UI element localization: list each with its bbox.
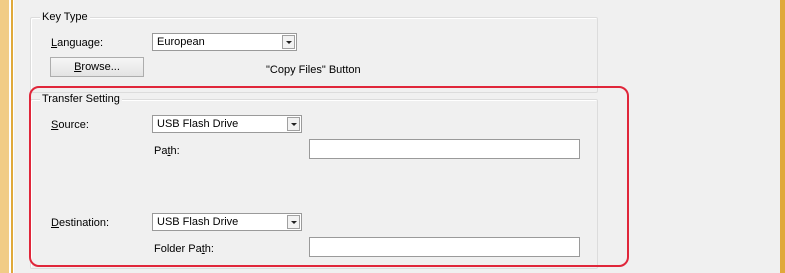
source-combo-value: USB Flash Drive bbox=[157, 118, 239, 130]
path-label-pre: Pa bbox=[154, 145, 168, 157]
browse-button[interactable]: Browse... bbox=[50, 57, 144, 77]
chevron-down-icon[interactable] bbox=[287, 117, 300, 131]
path-label: Path: bbox=[154, 145, 180, 158]
chevron-down-icon[interactable] bbox=[287, 215, 300, 229]
left-decor-line bbox=[11, 0, 13, 273]
folder-path-label-rest: h: bbox=[204, 243, 214, 255]
chevron-down-icon[interactable] bbox=[282, 35, 295, 49]
language-combo-value: European bbox=[157, 36, 205, 48]
destination-label-accel: D bbox=[51, 217, 59, 229]
path-label-rest: h: bbox=[170, 145, 180, 157]
path-input[interactable] bbox=[309, 139, 580, 159]
destination-label-text: estination: bbox=[58, 217, 110, 229]
language-label: Language: bbox=[51, 37, 103, 50]
transfer-setting-group-label: Transfer Setting bbox=[40, 93, 122, 106]
destination-label: Destination: bbox=[51, 217, 109, 230]
key-type-group bbox=[30, 17, 598, 93]
folder-path-label: Folder Path: bbox=[154, 243, 214, 256]
key-type-group-label: Key Type bbox=[40, 11, 90, 24]
browse-button-text: rowse... bbox=[81, 61, 120, 73]
language-combo[interactable]: European bbox=[152, 33, 297, 51]
right-decor-border bbox=[780, 0, 785, 273]
left-decor-gap bbox=[9, 0, 10, 273]
source-label: Source: bbox=[51, 119, 89, 132]
folder-path-label-pre: Folder Pa bbox=[154, 243, 202, 255]
destination-combo-value: USB Flash Drive bbox=[157, 216, 239, 228]
source-combo[interactable]: USB Flash Drive bbox=[152, 115, 302, 133]
language-label-text: anguage: bbox=[57, 37, 104, 49]
folder-path-input[interactable] bbox=[309, 237, 580, 257]
copy-files-button-text: "Copy Files" Button bbox=[266, 64, 361, 76]
left-decor-strip bbox=[0, 0, 9, 273]
source-label-text: ource: bbox=[58, 119, 89, 131]
destination-combo[interactable]: USB Flash Drive bbox=[152, 213, 302, 231]
